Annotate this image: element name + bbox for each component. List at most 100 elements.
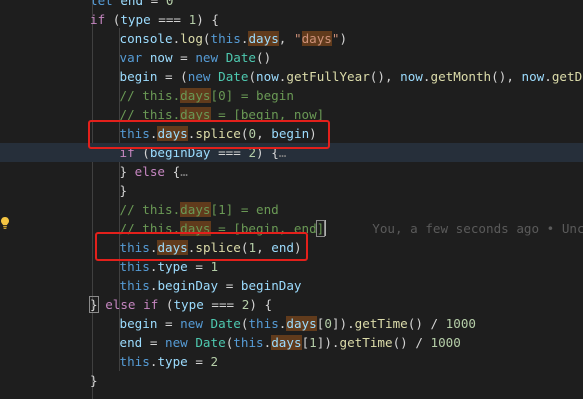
code-line[interactable]: end = new Date(this.days[1]).getTime() /… <box>0 333 583 352</box>
code-line[interactable]: } else if (type === 2) { <box>0 295 583 314</box>
code-line[interactable]: this.days.splice(0, begin) <box>0 124 583 143</box>
code-line-content: var now = new Date() <box>120 48 272 67</box>
code-token: 0 <box>324 316 332 331</box>
code-token: beginDay <box>157 278 219 293</box>
code-token: // this. <box>119 107 181 122</box>
code-token: splice <box>195 240 241 255</box>
code-line[interactable]: this.beginDay = beginDay <box>0 276 583 295</box>
code-token: () <box>256 50 272 65</box>
code-token: 0 <box>165 0 174 8</box>
code-token: getTime <box>339 335 393 350</box>
code-token: Date <box>218 69 249 84</box>
text-cursor <box>324 220 327 236</box>
code-line-content: begin = (new Date(now.getFullYear(), now… <box>120 67 583 86</box>
code-token: Date <box>210 316 241 331</box>
code-line-content: // this.days = [begin, end] You, a few se… <box>120 219 583 238</box>
code-line[interactable]: let end = 0 <box>0 0 583 10</box>
code-line[interactable]: this.type = 1 <box>0 257 583 276</box>
code-token: type <box>157 354 188 369</box>
code-token: ) { <box>196 12 219 27</box>
code-token: 1000 <box>445 316 477 331</box>
code-token: ( <box>105 12 121 27</box>
code-token: 1 <box>309 335 317 350</box>
code-line[interactable]: if (beginDay === 2) {… <box>0 143 583 162</box>
code-token: new <box>180 316 203 331</box>
code-token: getD <box>551 69 583 84</box>
lightbulb-icon[interactable] <box>0 216 10 230</box>
code-token: 0 <box>248 126 257 141</box>
code-line-content: this.days.splice(0, begin) <box>120 124 317 143</box>
code-token: getTime <box>354 316 408 331</box>
code-line-content: } <box>90 371 98 390</box>
code-token: new <box>195 50 219 65</box>
code-token: ( <box>134 145 150 160</box>
code-token: type <box>120 12 151 27</box>
code-token: 1 <box>248 240 257 255</box>
code-line[interactable]: // this.days[1] = end <box>0 200 583 219</box>
code-token: days <box>271 335 302 350</box>
code-token: ] <box>315 220 326 237</box>
code-line[interactable]: } else {… <box>0 162 583 181</box>
code-token: === <box>203 297 242 312</box>
code-token: log <box>180 31 203 46</box>
code-token: = <box>143 0 166 8</box>
code-line-content: console.log(this.days, "days") <box>120 29 347 48</box>
code-token: // this. <box>119 221 181 236</box>
code-token: beginDay <box>149 145 211 160</box>
code-token: = [begin, now] <box>210 107 325 122</box>
code-token: ]). <box>316 335 340 350</box>
code-line[interactable]: // this.days[0] = begin <box>0 86 583 105</box>
code-token: Date <box>195 335 226 350</box>
code-token: 2 <box>210 354 219 369</box>
code-token: let <box>90 0 113 8</box>
code-token: getFullYear <box>286 69 370 84</box>
code-token: ( <box>202 31 211 46</box>
folded-region-ellipsis[interactable]: … <box>279 145 287 160</box>
code-line-content: if (type === 1) { <box>90 10 219 29</box>
code-line-content: } else {… <box>120 162 188 181</box>
code-line[interactable]: var now = new Date() <box>0 48 583 67</box>
code-editor[interactable]: let end = 0 if (type === 1) {console.log(… <box>0 0 583 399</box>
code-line[interactable]: console.log(this.days, "days") <box>0 29 583 48</box>
folded-region-ellipsis[interactable]: … <box>180 164 188 179</box>
code-token: type <box>157 259 188 274</box>
code-line[interactable]: begin = (new Date(now.getFullYear(), now… <box>0 67 583 86</box>
code-line[interactable]: begin = new Date(this.days[0]).getTime()… <box>0 314 583 333</box>
code-token: begin <box>271 126 310 141</box>
code-line[interactable]: } <box>0 371 583 390</box>
code-token: = ( <box>157 69 188 84</box>
code-token: " <box>331 31 340 46</box>
code-token: if <box>90 12 106 27</box>
code-line[interactable]: this.type = 2 <box>0 352 583 371</box>
code-line-content: begin = new Date(this.days[0]).getTime()… <box>120 314 477 333</box>
code-token: ) { <box>249 297 273 312</box>
code-token: splice <box>195 126 241 141</box>
code-token: now <box>400 69 423 84</box>
code-token: // this. <box>119 202 181 217</box>
code-token: } <box>89 296 99 313</box>
code-token: = [begin, end <box>210 221 317 236</box>
code-token: [0] = begin <box>210 88 294 103</box>
code-token: now <box>149 50 173 65</box>
code-line[interactable]: } <box>0 181 583 200</box>
code-token: if <box>119 145 135 160</box>
code-line-content: this.days.splice(1, end) <box>120 238 302 257</box>
code-line-content: this.type = 1 <box>120 257 219 276</box>
code-token: beginDay <box>240 278 302 293</box>
code-token: ) { <box>256 145 279 160</box>
code-token: } <box>119 164 135 179</box>
code-token: this <box>248 316 279 331</box>
code-token: this <box>233 335 264 350</box>
code-token: Date <box>225 50 257 65</box>
code-line[interactable]: // this.days = [begin, end] You, a few se… <box>0 219 583 238</box>
code-token: . <box>544 69 552 84</box>
code-line[interactable]: if (type === 1) { <box>0 10 583 29</box>
code-line[interactable]: // this.days = [begin, now] <box>0 105 583 124</box>
code-token: (), <box>491 69 522 84</box>
code-token: () / <box>407 316 446 331</box>
code-line[interactable]: this.days.splice(1, end) <box>0 238 583 257</box>
